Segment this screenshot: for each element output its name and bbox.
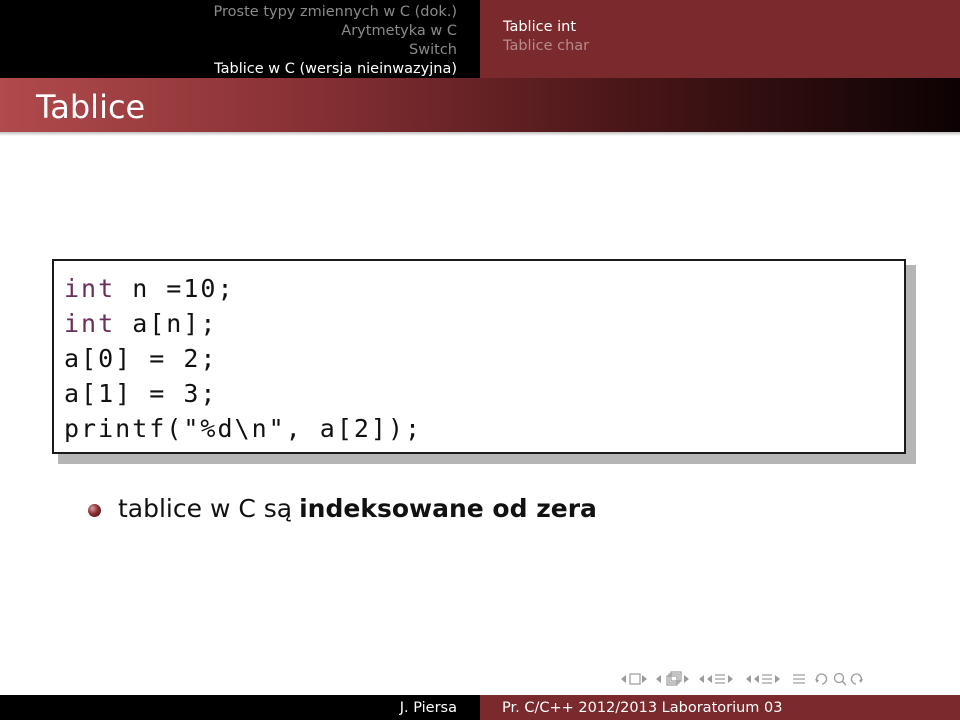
nav-document-icon[interactable]	[792, 671, 806, 687]
frame-title: Tablice	[36, 88, 146, 126]
code-text: n =10;	[115, 274, 235, 303]
nav-subsection-icon[interactable]	[698, 671, 738, 687]
footer: J. Piersa Pr. C/C++ 2012/2013 Laboratori…	[0, 695, 960, 720]
bullet-item: tablice w C są indeksowane od zera	[88, 494, 597, 523]
nav-section-icon[interactable]	[745, 671, 785, 687]
code-line: a[0] = 2;	[64, 341, 904, 376]
code-text: a[n];	[115, 309, 218, 338]
nav-frame-prev-icon[interactable]	[620, 672, 648, 686]
code-text: a[0] = 2;	[64, 344, 218, 373]
code-line: a[1] = 3;	[64, 376, 904, 411]
nav-search-back-forward-icon[interactable]	[813, 671, 865, 687]
header-navigation: Proste typy zmiennych w C (dok.) Arytmet…	[0, 0, 960, 78]
code-line: int a[n];	[64, 306, 904, 341]
code-text: a[1] = 3;	[64, 379, 218, 408]
code-line: printf("%d\n", a[2]);	[64, 411, 904, 446]
nav-section-tablice[interactable]: Tablice w C (wersja nieinwazyjna)	[214, 60, 457, 79]
section-navigation: Proste typy zmiennych w C (dok.) Arytmet…	[0, 0, 480, 78]
bullet-ball-icon	[88, 504, 101, 517]
nav-subsection-tablice-int[interactable]: Tablice int	[503, 18, 576, 37]
footer-author: J. Piersa	[0, 695, 480, 720]
bullet-text: tablice w C są	[118, 494, 293, 523]
code-keyword: int	[64, 309, 116, 338]
code-block: int n =10; int a[n]; a[0] = 2; a[1] = 3;…	[52, 259, 906, 454]
bullet-emphasis: indeksowane od zera	[299, 494, 597, 523]
nav-section-switch[interactable]: Switch	[409, 41, 457, 60]
nav-section-proste-typy[interactable]: Proste typy zmiennych w C (dok.)	[214, 3, 457, 22]
footer-course: Pr. C/C++ 2012/2013 Laboratorium 03	[480, 695, 960, 720]
frame-title-bar: Tablice	[0, 78, 960, 136]
code-line: int n =10;	[64, 271, 904, 306]
nav-section-arytmetyka[interactable]: Arytmetyka w C	[341, 22, 457, 41]
nav-subframe-icon[interactable]	[655, 671, 691, 687]
code-text: printf("%d\n", a[2]);	[64, 414, 423, 443]
subsection-navigation: Tablice int Tablice char	[480, 0, 960, 78]
nav-subsection-tablice-char[interactable]: Tablice char	[503, 37, 589, 56]
code-keyword: int	[64, 274, 116, 303]
navigation-symbols	[620, 668, 865, 690]
